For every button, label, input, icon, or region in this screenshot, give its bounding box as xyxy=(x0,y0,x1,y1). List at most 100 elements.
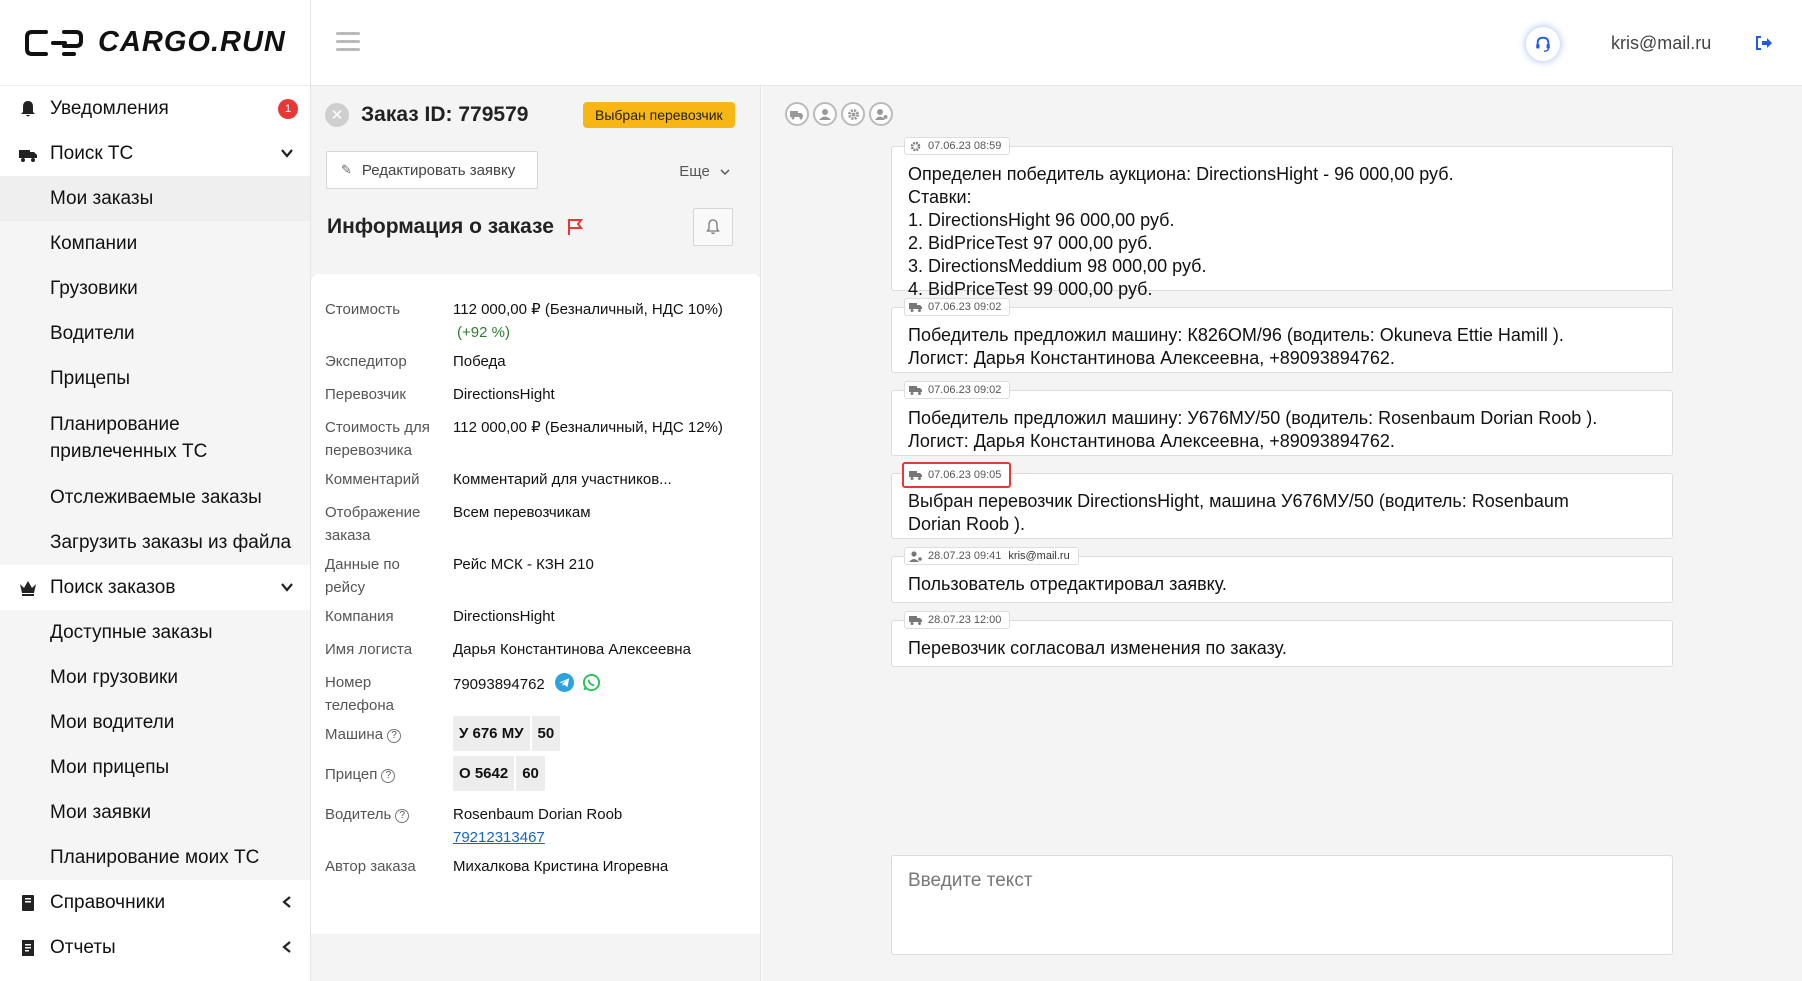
logo-text: CARGO.RUN xyxy=(98,26,286,58)
sidebar-item-label: Мои водители xyxy=(50,711,175,733)
flag-icon[interactable] xyxy=(566,218,584,236)
filter-user-settings-icon[interactable] xyxy=(869,102,893,126)
message-meta: 07.06.23 09:02 xyxy=(904,381,1011,399)
message-line: Определен победитель аукциона: Direction… xyxy=(908,164,1454,184)
plate: У 676 МУ 50 xyxy=(453,716,561,751)
sidebar-item-label: Мои заказы xyxy=(50,187,154,209)
sidebar-item-available-orders[interactable]: Доступные заказы xyxy=(0,610,310,655)
message-time: 07.06.23 09:02 xyxy=(928,300,1002,313)
order-info-card: Стоимость 112 000,00 ₽ (Безналичный, НДС… xyxy=(311,274,760,934)
field-value: Михалкова Кристина Игоревна xyxy=(453,858,669,875)
truck-icon xyxy=(909,615,922,625)
help-icon[interactable]: ? xyxy=(381,769,396,783)
close-icon[interactable]: ✕ xyxy=(325,102,349,127)
field-label-wrap: Водитель? xyxy=(325,803,443,826)
whatsapp-icon[interactable] xyxy=(582,673,601,692)
sidebar-item-label: Поиск заказов xyxy=(50,576,176,598)
field-label-wrap: Прицеп? xyxy=(325,763,443,786)
message-meta: 07.06.23 08:59 xyxy=(904,137,1011,155)
sidebar-item-directories[interactable]: Справочники xyxy=(0,880,310,925)
sidebar-item-label: Мои прицепы xyxy=(50,756,170,778)
filter-truck-icon[interactable] xyxy=(785,102,809,126)
menu-toggle-icon[interactable] xyxy=(336,32,360,52)
sidebar-item-my-orders[interactable]: Мои заказы xyxy=(0,176,310,221)
message-input[interactable] xyxy=(892,856,1672,954)
history-message: 07.06.23 09:05 Выбран перевозчик Directi… xyxy=(891,462,1673,539)
edit-order-button[interactable]: ✎ Редактировать заявку xyxy=(326,151,538,189)
sidebar-item-label: Справочники xyxy=(50,891,166,913)
message-time: 28.07.23 12:00 xyxy=(928,613,1002,626)
sidebar-item-upload-orders[interactable]: Загрузить заказы из файла xyxy=(0,520,310,565)
support-icon[interactable] xyxy=(1526,27,1560,61)
driver-name: Rosenbaum Dorian Roob xyxy=(453,806,623,823)
sidebar-item-tracked-orders[interactable]: Отслеживаемые заказы xyxy=(0,475,310,520)
chevron-down-icon xyxy=(281,149,293,158)
help-icon[interactable]: ? xyxy=(387,729,402,743)
field-label: Экспедитор xyxy=(325,353,407,370)
more-dropdown[interactable]: Еще xyxy=(679,163,730,180)
message-line: Выбран перевозчик DirectionsHight, машин… xyxy=(908,491,1569,511)
topbar: kris@mail.ru xyxy=(311,0,1802,86)
message-line: 3. DirectionsMeddium 98 000,00 руб. xyxy=(908,256,1207,276)
message-line: Логист: Дарья Константинова Алексеевна, … xyxy=(908,431,1395,451)
message-meta: 28.07.23 12:00 xyxy=(904,611,1011,629)
sidebar-item-label: Компании xyxy=(50,232,138,254)
message-meta-highlighted: 07.06.23 09:05 xyxy=(902,462,1012,488)
user-email[interactable]: kris@mail.ru xyxy=(1611,33,1711,54)
sidebar-item-label: Грузовики xyxy=(50,277,138,299)
logout-icon[interactable] xyxy=(1753,34,1773,52)
sidebar-item-label: Доступные заказы xyxy=(50,621,213,643)
message-line: 4. BidPriceTest 99 000,00 руб. xyxy=(908,279,1153,299)
sidebar-item-trailers[interactable]: Прицепы xyxy=(0,356,310,401)
logo[interactable]: CARGO.RUN xyxy=(0,0,310,86)
sidebar-item-search-orders[interactable]: Поиск заказов xyxy=(0,565,310,610)
subscribe-button[interactable] xyxy=(693,208,733,246)
filter-user-icon[interactable] xyxy=(813,102,837,126)
field-label: Водитель xyxy=(325,806,392,823)
order-toolbar: ✎ Редактировать заявку Еще xyxy=(311,143,760,194)
info-title: Информация о заказе xyxy=(327,215,554,238)
phone-value: 79093894762 xyxy=(453,676,545,693)
filter-gear-icon[interactable] xyxy=(841,102,865,126)
message-time: 07.06.23 08:59 xyxy=(928,139,1002,152)
history-filter-bar xyxy=(785,102,893,126)
field-cost: Стоимость 112 000,00 ₽ (Безналичный, НДС… xyxy=(325,298,745,344)
sidebar-item-label: Отслеживаемые заказы xyxy=(50,486,262,508)
sidebar-item-planning-attracted[interactable]: Планирование привлеченных ТС xyxy=(0,401,310,475)
help-icon[interactable]: ? xyxy=(395,809,410,823)
message-meta: 07.06.23 09:02 xyxy=(904,298,1011,316)
field-label: Компания xyxy=(325,608,394,625)
sidebar-item-label: Уведомления xyxy=(50,97,169,119)
chevron-left-icon xyxy=(282,896,291,908)
message-time: 07.06.23 09:05 xyxy=(928,468,1002,481)
sidebar-item-planning-my-ts[interactable]: Планирование моих ТС xyxy=(0,835,310,880)
sidebar-item-notifications[interactable]: Уведомления 1 xyxy=(0,86,310,131)
telegram-icon[interactable] xyxy=(554,673,574,692)
driver-phone-link[interactable]: 79212313467 xyxy=(453,829,545,846)
sidebar-item-my-trailers[interactable]: Мои прицепы xyxy=(0,745,310,790)
sidebar-item-trucks[interactable]: Грузовики xyxy=(0,266,310,311)
field-trailer: Прицеп? О 5642 60 xyxy=(325,756,745,797)
sidebar-item-reports[interactable]: Отчеты xyxy=(0,925,310,970)
field-value: DirectionsHight xyxy=(453,386,555,403)
sidebar-item-my-drivers[interactable]: Мои водители xyxy=(0,700,310,745)
field-value: DirectionsHight xyxy=(453,608,555,625)
plate-number: О 5642 xyxy=(453,756,515,791)
message-line: 1. DirectionsHight 96 000,00 руб. xyxy=(908,210,1175,230)
logo-icon xyxy=(25,29,83,56)
sidebar-item-my-trucks[interactable]: Мои грузовики xyxy=(0,655,310,700)
truck-plate: У 676 МУ 50 xyxy=(453,716,743,751)
plate-number: У 676 МУ xyxy=(453,716,530,751)
message-meta: 28.07.23 09:41 kris@mail.ru xyxy=(904,547,1079,565)
sidebar-item-companies[interactable]: Компании xyxy=(0,221,310,266)
field-value: Дарья Константинова Алексеевна xyxy=(453,641,691,658)
chevron-left-icon xyxy=(282,941,291,953)
truck-icon xyxy=(909,470,922,480)
sidebar-item-drivers[interactable]: Водители xyxy=(0,311,310,356)
sidebar-item-search-ts[interactable]: Поиск ТС xyxy=(0,131,310,176)
order-panel: ✕ Заказ ID: 779579 Выбран перевозчик ✎ Р… xyxy=(311,86,761,981)
chevron-down-icon xyxy=(281,583,293,592)
sidebar-item-my-requests[interactable]: Мои заявки xyxy=(0,790,310,835)
field-value[interactable]: Комментарий для участников... xyxy=(453,468,743,491)
field-value: Рейс МСК - КЗН 210 xyxy=(453,556,594,573)
